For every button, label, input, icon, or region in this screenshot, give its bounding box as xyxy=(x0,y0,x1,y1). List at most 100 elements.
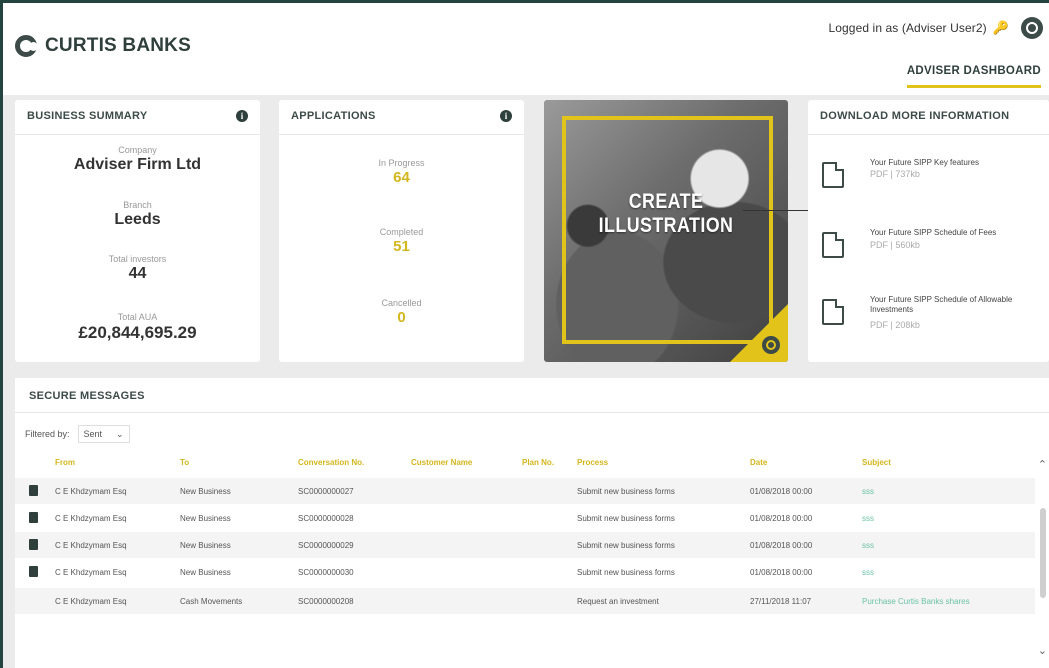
download-title: Your Future SIPP Schedule of Fees xyxy=(870,228,997,237)
cell-process: Submit new business forms xyxy=(577,487,675,496)
scrollbar-thumb[interactable] xyxy=(1040,508,1046,598)
cancelled-label: Cancelled xyxy=(381,298,422,308)
create-illustration-label: CREATE ILLUSTRATION xyxy=(562,190,769,238)
cell-from: C E Khdzymam Esq xyxy=(55,487,127,496)
divider xyxy=(15,412,1049,413)
cell-from: C E Khdzymam Esq xyxy=(55,514,127,523)
brand-name: CURTIS BANKS xyxy=(45,35,191,56)
cell-conversation: SC0000000030 xyxy=(298,568,354,577)
secure-messages-card: SECURE MESSAGES Filtered by: Sent ⌄ From… xyxy=(15,378,1049,668)
cell-date: 01/08/2018 00:00 xyxy=(750,541,813,550)
divider xyxy=(808,134,1049,135)
column-header-to[interactable]: To xyxy=(180,458,189,467)
completed-stat[interactable]: Completed 51 xyxy=(279,227,524,255)
completed-value: 51 xyxy=(393,238,410,255)
aua-value: £20,844,695.29 xyxy=(78,323,197,342)
table-row[interactable]: C E Khdzymam Esq New Business SC00000000… xyxy=(15,478,1035,504)
investors-stat: Total investors 44 xyxy=(15,254,260,283)
company-label: Company xyxy=(118,145,157,155)
column-header-conversation[interactable]: Conversation No. xyxy=(298,458,364,467)
applications-title: APPLICATIONS xyxy=(291,110,376,122)
message-icon xyxy=(29,512,38,523)
cell-date: 01/08/2018 00:00 xyxy=(750,487,813,496)
investors-label: Total investors xyxy=(108,254,167,264)
column-header-subject[interactable]: Subject xyxy=(862,458,891,467)
column-header-date[interactable]: Date xyxy=(750,458,767,467)
login-info: Logged in as (Adviser User2) 🔑 xyxy=(828,20,1009,36)
create-illustration-tile[interactable]: CREATE ILLUSTRATION xyxy=(544,100,788,362)
business-summary-title: BUSINESS SUMMARY xyxy=(27,110,148,122)
cell-subject[interactable]: sss xyxy=(862,568,874,577)
download-item[interactable]: Your Future SIPP Schedule of Fees PDF | … xyxy=(822,228,1042,268)
illustration-line2: ILLUSTRATION xyxy=(598,214,734,237)
table-row[interactable]: C E Khdzymam Esq Cash Movements SC000000… xyxy=(15,588,1035,614)
cell-subject[interactable]: sss xyxy=(862,487,874,496)
branch-label: Branch xyxy=(123,200,152,210)
in-progress-stat[interactable]: In Progress 64 xyxy=(279,158,524,186)
filter-label: Filtered by: xyxy=(25,429,70,439)
cancelled-value: 0 xyxy=(397,309,406,326)
cell-subject[interactable]: sss xyxy=(862,514,874,523)
cancelled-stat[interactable]: Cancelled 0 xyxy=(279,298,524,326)
applications-card: APPLICATIONS i In Progress 64 Completed … xyxy=(279,100,524,362)
nav-adviser-dashboard[interactable]: ADVISER DASHBOARD xyxy=(906,65,1041,88)
user-menu-icon[interactable] xyxy=(1021,17,1043,39)
document-icon xyxy=(822,299,844,325)
cell-process: Submit new business forms xyxy=(577,568,675,577)
column-header-process[interactable]: Process xyxy=(577,458,608,467)
cell-to: Cash Movements xyxy=(180,597,243,606)
illustration-corner xyxy=(730,304,788,362)
download-item[interactable]: Your Future SIPP Schedule of Allowable I… xyxy=(822,295,1042,335)
cell-to: New Business xyxy=(180,514,231,523)
message-icon xyxy=(29,566,38,577)
downloads-title: DOWNLOAD MORE INFORMATION xyxy=(820,110,1010,122)
scroll-up-icon[interactable]: ⌃ xyxy=(1038,458,1047,471)
table-row[interactable]: C E Khdzymam Esq New Business SC00000000… xyxy=(15,532,1035,558)
in-progress-label: In Progress xyxy=(378,158,425,168)
dashboard-content: BUSINESS SUMMARY i Company Adviser Firm … xyxy=(3,95,1049,668)
company-value: Adviser Firm Ltd xyxy=(73,156,202,173)
cell-conversation: SC0000000028 xyxy=(298,514,354,523)
chevron-down-icon: ⌄ xyxy=(115,428,124,439)
cell-date: 27/11/2018 11:07 xyxy=(750,597,812,606)
cell-conversation: SC0000000027 xyxy=(298,487,354,496)
app-frame: CURTIS BANKS Logged in as (Adviser User2… xyxy=(0,0,1049,668)
aua-label: Total AUA xyxy=(117,312,158,322)
branch-value: Leeds xyxy=(114,211,161,228)
login-text: Logged in as (Adviser User2) xyxy=(828,21,987,35)
business-summary-card: BUSINESS SUMMARY i Company Adviser Firm … xyxy=(15,100,260,362)
cell-process: Request an investment xyxy=(577,597,659,606)
column-header-from[interactable]: From xyxy=(55,458,75,467)
download-meta: PDF | 737kb xyxy=(870,169,920,179)
company-stat: Company Adviser Firm Ltd xyxy=(15,145,260,174)
scroll-down-icon[interactable]: ⌄ xyxy=(1038,644,1047,657)
filter-select[interactable]: Sent ⌄ xyxy=(77,425,130,443)
divider xyxy=(15,134,260,135)
cell-process: Submit new business forms xyxy=(577,541,675,550)
table-row[interactable]: C E Khdzymam Esq New Business SC00000000… xyxy=(15,505,1035,531)
aua-stat: Total AUA £20,844,695.29 xyxy=(15,312,260,343)
investors-value: 44 xyxy=(128,265,147,282)
downloads-card: DOWNLOAD MORE INFORMATION Your Future SI… xyxy=(808,100,1049,362)
cell-subject[interactable]: Purchase Curtis Banks shares xyxy=(862,597,970,606)
key-icon[interactable]: 🔑 xyxy=(993,20,1009,36)
cell-to: New Business xyxy=(180,568,231,577)
cell-from: C E Khdzymam Esq xyxy=(55,541,127,550)
document-icon xyxy=(822,232,844,258)
column-header-plan[interactable]: Plan No. xyxy=(522,458,554,467)
download-meta: PDF | 208kb xyxy=(870,320,920,330)
info-icon[interactable]: i xyxy=(500,110,512,122)
completed-label: Completed xyxy=(379,227,424,237)
info-icon[interactable]: i xyxy=(236,110,248,122)
cell-date: 01/08/2018 00:00 xyxy=(750,514,813,523)
message-icon xyxy=(29,539,38,550)
document-icon xyxy=(822,162,844,188)
download-item[interactable]: Your Future SIPP Key features PDF | 737k… xyxy=(822,158,1042,198)
cell-conversation: SC0000000029 xyxy=(298,541,354,550)
table-row[interactable]: C E Khdzymam Esq New Business SC00000000… xyxy=(15,559,1035,585)
brand-logo[interactable]: CURTIS BANKS xyxy=(15,35,191,57)
column-header-customer[interactable]: Customer Name xyxy=(411,458,472,467)
cell-subject[interactable]: sss xyxy=(862,541,874,550)
logo-mark-icon xyxy=(15,35,38,57)
logo-mark-icon xyxy=(762,336,780,354)
